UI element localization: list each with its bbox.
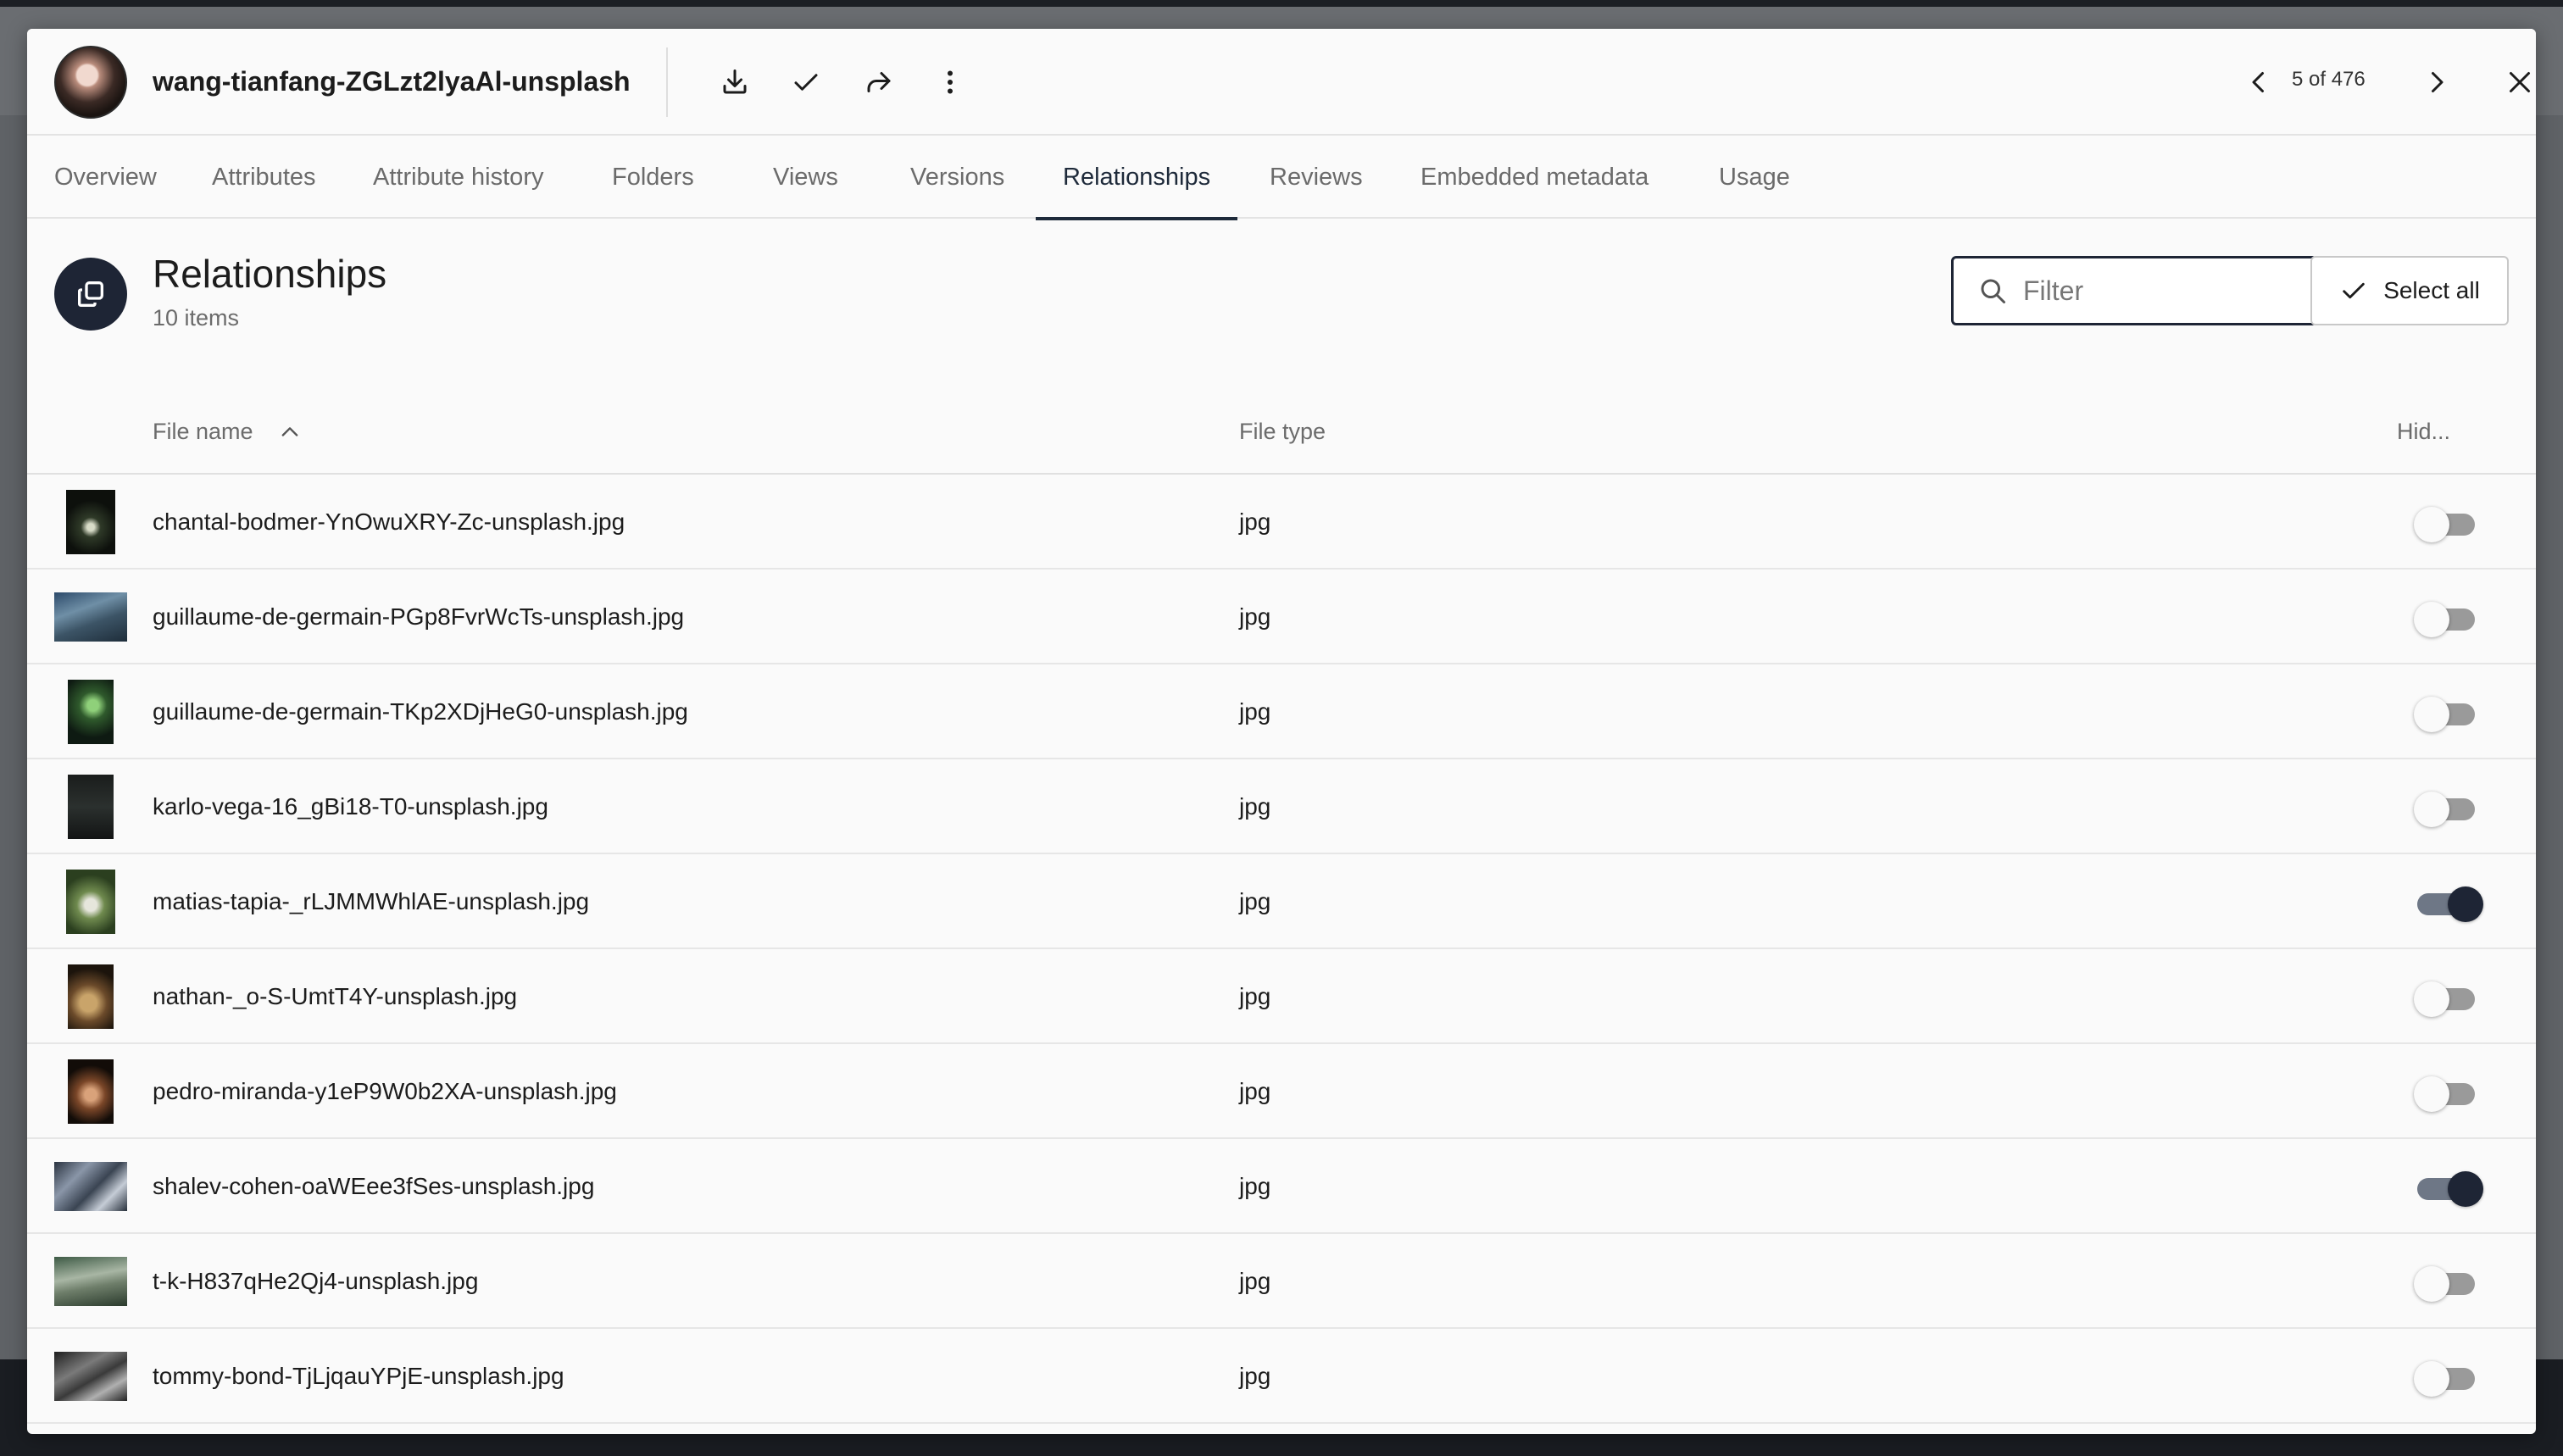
file-name: guillaume-de-germain-TKp2XDjHeG0-unsplas… [153, 698, 688, 725]
file-name: nathan-_o-S-UmtT4Y-unsplash.jpg [153, 983, 518, 1009]
hidden-toggle[interactable] [2414, 602, 2499, 637]
table-header: File name File type Hid... [27, 388, 2536, 475]
more-options-button[interactable] [924, 56, 976, 108]
file-name: pedro-miranda-y1eP9W0b2XA-unsplash.jpg [153, 1078, 617, 1104]
share-icon [867, 72, 891, 92]
previous-asset-button[interactable] [2232, 56, 2285, 108]
asset-detail-modal: wang-tianfang-ZGLzt2lyaAl-unsplash 5 of … [27, 29, 2536, 1434]
check-icon [794, 74, 818, 91]
header-divider [666, 47, 668, 117]
file-type: jpg [1239, 983, 1271, 1009]
table-row[interactable]: pedro-miranda-y1eP9W0b2XA-unsplash.jpg j… [27, 1044, 2536, 1139]
file-name: karlo-vega-16_gBi18-T0-unsplash.jpg [153, 793, 548, 820]
select-all-button[interactable]: Select all [2310, 256, 2509, 325]
sort-ascending-icon[interactable] [278, 420, 302, 444]
hidden-toggle[interactable] [2414, 1266, 2499, 1302]
table-row[interactable]: matias-tapia-_rLJMMWhlAE-unsplash.jpg jp… [27, 854, 2536, 949]
file-thumbnail [54, 1059, 127, 1124]
chevron-right-icon [2432, 72, 2443, 92]
filter-input[interactable] [2023, 275, 2311, 307]
file-thumbnail [54, 1344, 127, 1409]
hidden-toggle[interactable] [2414, 981, 2499, 1017]
search-icon [1981, 279, 2005, 303]
approve-button[interactable] [780, 56, 832, 108]
file-name: shalev-cohen-oaWEee3fSes-unsplash.jpg [153, 1173, 595, 1199]
tab-folders[interactable]: Folders [612, 136, 694, 219]
tab-relationships[interactable]: Relationships [1035, 136, 1238, 220]
tab-bar: Overview Attributes Attribute history Fo… [27, 136, 2536, 220]
table-row[interactable]: guillaume-de-germain-TKp2XDjHeG0-unsplas… [27, 664, 2536, 759]
file-thumbnail [54, 1249, 127, 1314]
modal-header: wang-tianfang-ZGLzt2lyaAl-unsplash 5 of … [27, 29, 2536, 136]
file-name: tommy-bond-TjLjqauYPjE-unsplash.jpg [153, 1363, 564, 1389]
hidden-toggle[interactable] [2414, 1361, 2499, 1397]
section-title: Relationships [153, 252, 387, 296]
close-icon [2510, 72, 2530, 92]
file-type: jpg [1239, 1363, 1271, 1389]
column-header-file-name[interactable]: File name [153, 419, 253, 445]
tab-versions[interactable]: Versions [910, 136, 1004, 219]
item-count: 10 items [153, 305, 240, 331]
file-name: guillaume-de-germain-PGp8FvrWcTs-unsplas… [153, 603, 685, 630]
hidden-toggle[interactable] [2414, 886, 2499, 922]
pager-position: 5 of 476 [2292, 68, 2366, 91]
share-button[interactable] [853, 56, 905, 108]
tab-attribute-history[interactable]: Attribute history [373, 136, 543, 219]
download-icon [723, 69, 747, 94]
file-type: jpg [1239, 1078, 1271, 1104]
table-row[interactable]: guillaume-de-germain-PGp8FvrWcTs-unsplas… [27, 570, 2536, 664]
column-header-file-type[interactable]: File type [1239, 419, 1326, 445]
table-row[interactable]: nathan-_o-S-UmtT4Y-unsplash.jpg jpg [27, 949, 2536, 1044]
hidden-toggle[interactable] [2414, 1076, 2499, 1112]
file-name: chantal-bodmer-YnOwuXRY-Zc-unsplash.jpg [153, 508, 625, 535]
file-type: jpg [1239, 698, 1271, 725]
table-row[interactable]: shalev-cohen-oaWEee3fSes-unsplash.jpg jp… [27, 1139, 2536, 1234]
file-thumbnail [54, 964, 127, 1029]
hidden-toggle[interactable] [2414, 1171, 2499, 1207]
chevron-left-icon [2252, 72, 2264, 92]
app-topbar-backdrop [0, 0, 2563, 7]
tab-embedded-metadata[interactable]: Embedded metadata [1420, 136, 1648, 219]
file-type: jpg [1239, 888, 1271, 914]
filter-field[interactable] [1951, 256, 2317, 325]
select-all-label: Select all [2383, 277, 2480, 303]
table-row[interactable]: karlo-vega-16_gBi18-T0-unsplash.jpg jpg [27, 759, 2536, 854]
file-type: jpg [1239, 793, 1271, 820]
file-type: jpg [1239, 603, 1271, 630]
hidden-toggle[interactable] [2414, 507, 2499, 542]
file-name: matias-tapia-_rLJMMWhlAE-unsplash.jpg [153, 888, 590, 914]
asset-thumbnail-avatar [54, 46, 127, 119]
download-button[interactable] [709, 56, 761, 108]
table-row[interactable]: chantal-bodmer-YnOwuXRY-Zc-unsplash.jpg … [27, 475, 2536, 570]
tab-views[interactable]: Views [773, 136, 838, 219]
file-thumbnail [54, 490, 127, 554]
file-thumbnail [54, 680, 127, 744]
close-modal-button[interactable] [2494, 56, 2536, 108]
column-header-hidden[interactable]: Hid... [2397, 419, 2450, 445]
table-row[interactable]: tommy-bond-TjLjqauYPjE-unsplash.jpg jpg [27, 1329, 2536, 1424]
check-icon [2343, 282, 2365, 299]
asset-title: wang-tianfang-ZGLzt2lyaAl-unsplash [153, 66, 631, 97]
file-type: jpg [1239, 1268, 1271, 1294]
file-name: t-k-H837qHe2Qj4-unsplash.jpg [153, 1268, 479, 1294]
table-row[interactable]: t-k-H837qHe2Qj4-unsplash.jpg jpg [27, 1234, 2536, 1329]
tab-overview[interactable]: Overview [54, 136, 157, 219]
more-vertical-icon [948, 70, 953, 94]
tab-reviews[interactable]: Reviews [1270, 136, 1363, 219]
file-thumbnail [54, 775, 127, 839]
file-type: jpg [1239, 508, 1271, 535]
file-thumbnail [54, 585, 127, 649]
relationships-icon [54, 258, 127, 331]
tab-usage[interactable]: Usage [1719, 136, 1790, 219]
hidden-toggle[interactable] [2414, 792, 2499, 827]
relationships-table-body: chantal-bodmer-YnOwuXRY-Zc-unsplash.jpg … [27, 475, 2536, 1424]
file-thumbnail [54, 870, 127, 934]
hidden-toggle[interactable] [2414, 697, 2499, 732]
file-type: jpg [1239, 1173, 1271, 1199]
tab-attributes[interactable]: Attributes [212, 136, 316, 219]
next-asset-button[interactable] [2410, 56, 2463, 108]
file-thumbnail [54, 1154, 127, 1219]
